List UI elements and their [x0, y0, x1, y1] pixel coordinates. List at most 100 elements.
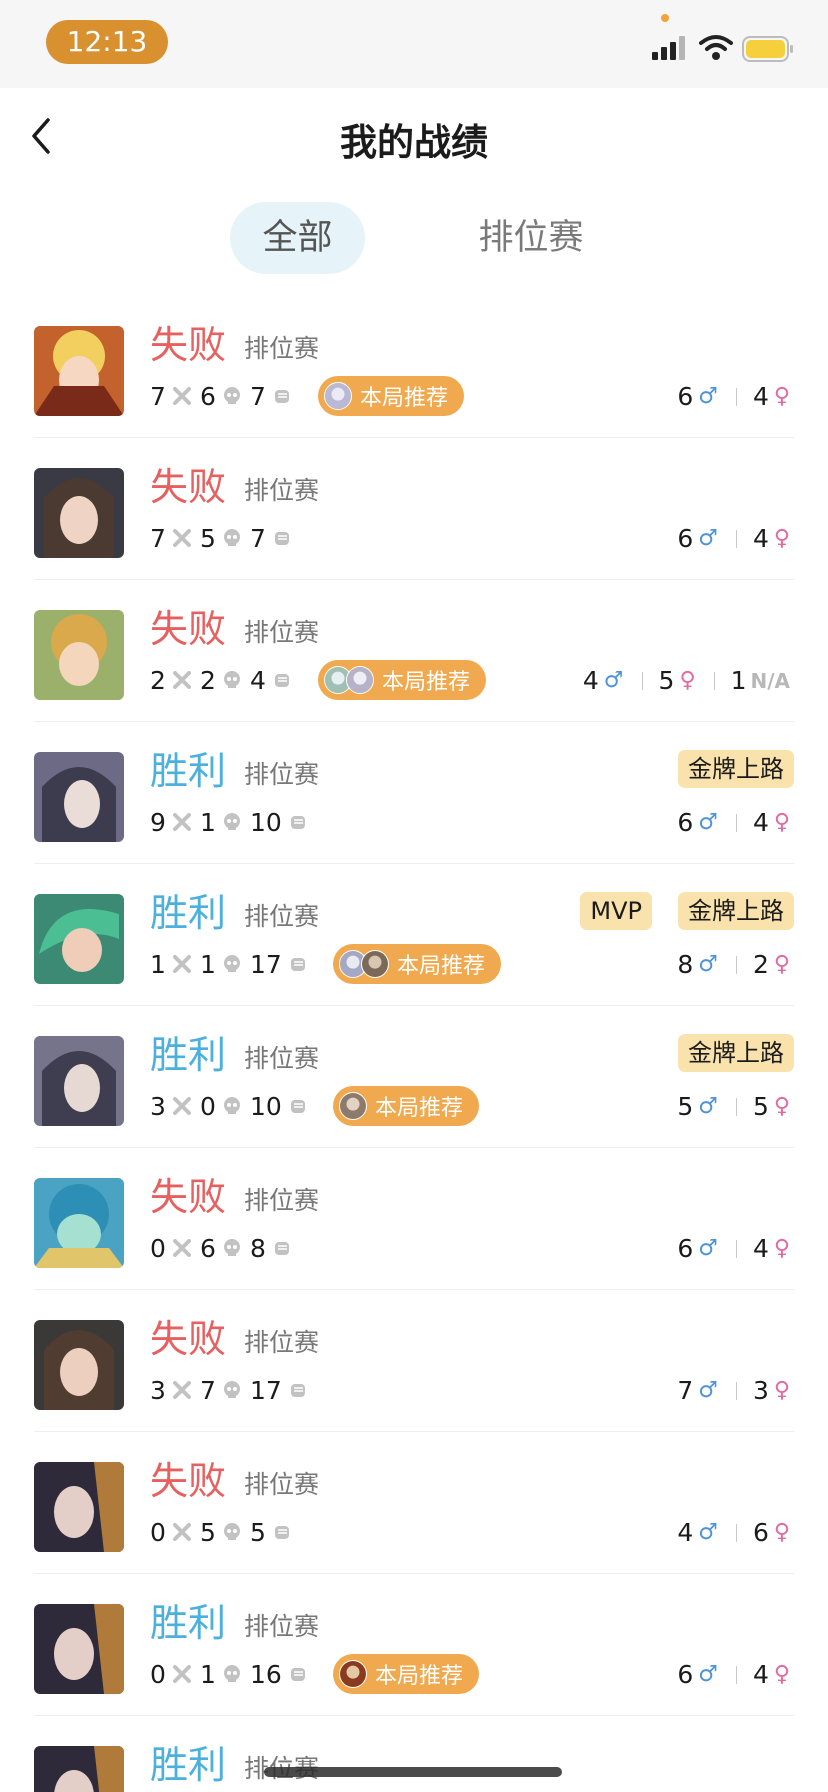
teammate-avatar [324, 382, 352, 410]
team-gender-count: 4 ♂ 5 ♀ 1 N/A [583, 666, 790, 695]
male-count: 6 [677, 1234, 694, 1263]
kills-value: 3 [150, 1091, 166, 1121]
match-row[interactable]: 胜利 排位赛 MVP 金牌上路 1 1 17 本局推荐 8 ♂ 2 ♀ [0, 864, 828, 1006]
match-mode: 排位赛 [244, 1044, 320, 1073]
hero-avatar [34, 1320, 124, 1410]
assist-fist-icon [290, 816, 305, 829]
male-count: 6 [677, 382, 694, 411]
teammate-avatar [339, 1092, 367, 1120]
match-result: 胜利 [150, 891, 227, 935]
recommend-badge[interactable]: 本局推荐 [318, 660, 487, 700]
kills-icon [173, 529, 191, 547]
assists-value: 7 [250, 381, 266, 411]
assist-fist-icon [275, 1242, 289, 1255]
assists-value: 16 [250, 1659, 282, 1689]
unknown-count: 1 [730, 666, 747, 695]
match-row[interactable]: 失败 排位赛 0 6 8 6 ♂ 4 ♀ [0, 1148, 828, 1290]
kda-stats: 3 0 10 [150, 1090, 316, 1122]
deaths-value: 6 [200, 381, 216, 411]
deaths-value: 0 [200, 1091, 216, 1121]
male-count: 8 [677, 950, 694, 979]
teammate-avatar [361, 950, 389, 978]
female-count: 5 [752, 1092, 769, 1121]
match-mode: 排位赛 [244, 1186, 320, 1215]
divider [735, 1097, 737, 1116]
recommend-badge[interactable]: 本局推荐 [333, 944, 502, 984]
hero-avatar [34, 1462, 124, 1552]
match-row[interactable]: 胜利 排位赛 金牌上路 9 1 10 6 ♂ 4 ♀ [0, 722, 828, 864]
match-mode: 排位赛 [244, 760, 320, 789]
match-row[interactable]: 胜利 排位赛 金牌上路 3 0 10 本局推荐 5 ♂ 5 ♀ [0, 1006, 828, 1148]
divider [735, 529, 737, 548]
assists-value: 17 [250, 1375, 282, 1405]
kills-icon [173, 813, 191, 831]
kills-icon [173, 671, 191, 689]
male-icon: ♂ [698, 1094, 718, 1119]
recording-indicator-dot [661, 14, 669, 22]
hero-avatar [34, 894, 124, 984]
female-icon: ♀ [773, 1662, 790, 1687]
female-count: 4 [752, 1660, 769, 1689]
kda-stats: 2 2 4 [150, 664, 300, 696]
kda-stats: 3 7 17 [150, 1374, 316, 1406]
recommend-label: 本局推荐 [375, 1096, 464, 1121]
position-badge: 金牌上路 [678, 750, 794, 788]
female-icon: ♀ [773, 810, 790, 835]
wifi-icon [699, 35, 733, 60]
match-row[interactable]: 失败 排位赛 7 6 7 本局推荐 6 ♂ 4 ♀ [0, 296, 828, 438]
recommend-badge[interactable]: 本局推荐 [318, 376, 465, 416]
mvp-badge: MVP [580, 892, 652, 930]
female-icon: ♀ [773, 952, 790, 977]
divider [735, 387, 737, 406]
divider [641, 671, 643, 690]
kda-stats: 7 6 7 [150, 380, 300, 412]
male-icon: ♂ [698, 1662, 718, 1687]
deaths-value: 1 [200, 1659, 216, 1689]
tab-ranked[interactable]: 排位赛 [462, 202, 600, 274]
assist-fist-icon [275, 674, 289, 687]
recommend-badge[interactable]: 本局推荐 [333, 1654, 480, 1694]
assists-value: 10 [250, 1091, 282, 1121]
match-row[interactable]: 失败 排位赛 2 2 4 本局推荐 4 ♂ 5 ♀ 1 N/A [0, 580, 828, 722]
match-result: 失败 [150, 607, 227, 651]
female-count: 5 [658, 666, 675, 695]
match-result: 失败 [150, 465, 227, 509]
position-badge: 金牌上路 [678, 1034, 794, 1072]
match-row[interactable]: 失败 排位赛 0 5 5 4 ♂ 6 ♀ [0, 1432, 828, 1574]
female-icon: ♀ [773, 384, 790, 409]
match-mode: 排位赛 [244, 1328, 320, 1357]
battery-icon [742, 36, 793, 62]
recommend-badge[interactable]: 本局推荐 [333, 1086, 480, 1126]
divider [735, 1381, 737, 1400]
match-mode: 排位赛 [244, 618, 320, 647]
match-row[interactable]: 胜利 排位赛 0 1 16 本局推荐 6 ♂ 4 ♀ [0, 1574, 828, 1716]
male-icon: ♂ [698, 810, 718, 835]
match-row[interactable]: 胜利 排位赛 [0, 1716, 828, 1792]
match-row[interactable]: 失败 排位赛 3 7 17 7 ♂ 3 ♀ [0, 1290, 828, 1432]
male-count: 6 [677, 1660, 694, 1689]
match-result: 胜利 [150, 1743, 227, 1787]
assists-value: 10 [250, 807, 282, 837]
female-count: 4 [752, 524, 769, 553]
skull-icon [224, 1665, 240, 1682]
home-indicator[interactable] [264, 1767, 562, 1777]
assists-value: 8 [250, 1233, 266, 1263]
tab-all[interactable]: 全部 [230, 202, 365, 274]
male-icon: ♂ [698, 1520, 718, 1545]
kda-stats: 7 5 7 [150, 522, 300, 554]
hero-avatar [34, 1036, 124, 1126]
assist-fist-icon [275, 532, 289, 545]
status-time: 12:13 [46, 20, 168, 64]
team-gender-count: 4 ♂ 6 ♀ [677, 1518, 790, 1547]
skull-icon [224, 529, 240, 546]
kda-stats: 1 1 17 [150, 948, 316, 980]
recommend-label: 本局推荐 [397, 954, 486, 979]
recommend-label: 本局推荐 [375, 1664, 464, 1689]
match-row[interactable]: 失败 排位赛 7 5 7 6 ♂ 4 ♀ [0, 438, 828, 580]
team-gender-count: 8 ♂ 2 ♀ [677, 950, 790, 979]
female-count: 4 [752, 1234, 769, 1263]
kda-stats: 0 6 8 [150, 1232, 300, 1264]
kills-icon [173, 1239, 191, 1257]
skull-icon [224, 813, 240, 830]
kills-icon [173, 1381, 191, 1399]
